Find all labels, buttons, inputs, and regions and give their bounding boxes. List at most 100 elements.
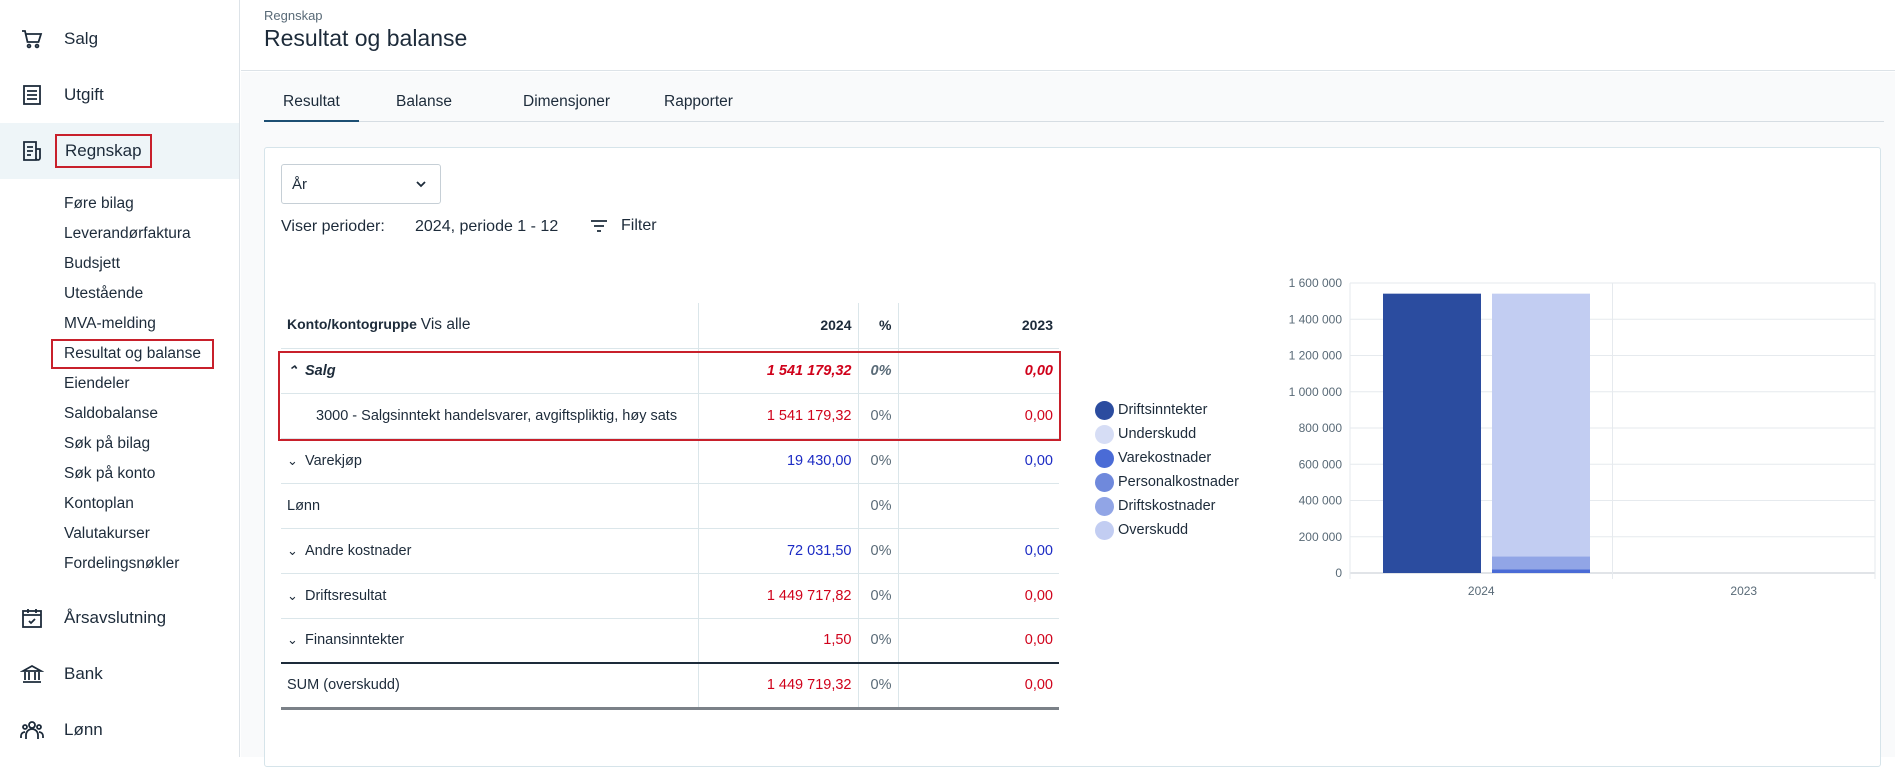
header-2024: 2024	[698, 303, 859, 349]
row-2024: 1 541 179,32	[698, 348, 859, 394]
sub-item-fordelingsnokler[interactable]: Fordelingsnøkler	[64, 552, 179, 576]
table-row[interactable]: ⌄ Driftsresultat 1 449 717,82 0% 0,00	[281, 573, 1059, 619]
row-name: Lønn	[281, 483, 699, 529]
row-name: ⌃ Salg	[281, 348, 699, 394]
row-2024: 1 449 719,32	[698, 662, 859, 710]
page-header: Regnskap Resultat og balanse	[241, 0, 1895, 71]
y-tick-label: 1 200 000	[1289, 349, 1343, 363]
x-tick-label: 2024	[1468, 584, 1495, 598]
bank-icon	[20, 664, 44, 683]
legend-swatch	[1095, 400, 1114, 420]
nav-label: Bank	[64, 664, 103, 683]
chevron-down-icon	[416, 181, 426, 188]
sub-item-sok-pa-bilag[interactable]: Søk på bilag	[64, 432, 150, 456]
table-row[interactable]: ⌄ Andre kostnader 72 031,50 0% 0,00	[281, 528, 1059, 574]
chevron-down-icon[interactable]: ⌄	[287, 453, 305, 469]
nav-label: Regnskap	[55, 134, 152, 168]
row-name: 3000 - Salgsinntekt handelsvarer, avgift…	[281, 393, 699, 439]
tab-dimensjoner[interactable]: Dimensjoner	[504, 88, 629, 122]
row-name: ⌄ Varekjøp	[281, 438, 699, 484]
row-2023: 0,00	[898, 662, 1059, 710]
nav-item-utgift[interactable]: Utgift	[0, 67, 239, 123]
row-2023: 0,00	[898, 438, 1059, 484]
show-all-link[interactable]: Vis alle	[421, 316, 471, 333]
main-content: Resultat Balanse Dimensjoner Rapporter Å…	[241, 72, 1895, 767]
chevron-down-icon[interactable]: ⌄	[287, 543, 305, 559]
result-table: Konto/kontogruppe Vis alle 2024 % 2023 ⌃…	[281, 303, 1059, 710]
row-name: ⌄ Driftsresultat	[281, 573, 699, 619]
header-pct: %	[858, 303, 899, 349]
table-row[interactable]: ⌄ Finansinntekter 1,50 0% 0,00	[281, 618, 1059, 664]
row-2024: 19 430,00	[698, 438, 859, 484]
legend-swatch	[1095, 496, 1114, 516]
nav-item-bank[interactable]: Bank	[0, 646, 239, 702]
nav-item-arsavslutning[interactable]: Årsavslutning	[0, 590, 239, 646]
row-pct: 0%	[858, 483, 899, 529]
row-pct: 0%	[858, 393, 899, 439]
y-tick-label: 1 000 000	[1289, 385, 1343, 399]
report-card: År Viser perioder: 2024, periode 1 - 12 …	[264, 147, 1881, 767]
sub-item-valutakurser[interactable]: Valutakurser	[64, 522, 150, 546]
sub-item-sok-pa-konto[interactable]: Søk på konto	[64, 462, 155, 486]
chevron-down-icon[interactable]: ⌄	[287, 632, 305, 648]
sub-item-kontoplan[interactable]: Kontoplan	[64, 492, 134, 516]
row-name: SUM (overskudd)	[281, 662, 699, 710]
row-2024: 1 541 179,32	[698, 393, 859, 439]
breadcrumb[interactable]: Regnskap	[264, 8, 323, 23]
bar-segment-varekostnader	[1492, 569, 1590, 573]
ledger-icon	[23, 141, 41, 161]
legend-swatch	[1095, 472, 1114, 492]
people-icon	[20, 721, 44, 739]
table-row[interactable]: ⌄ Varekjøp 19 430,00 0% 0,00	[281, 438, 1059, 484]
nav-item-regnskap[interactable]: Regnskap	[0, 123, 239, 179]
y-tick-label: 1 400 000	[1289, 312, 1343, 326]
row-2023: 0,00	[898, 348, 1059, 394]
period-select[interactable]: År	[281, 164, 441, 204]
table-row[interactable]: ⌃ Salg 1 541 179,32 0% 0,00	[281, 348, 1059, 394]
nav-item-salg[interactable]: Salg	[0, 11, 239, 67]
y-tick-label: 0	[1335, 566, 1342, 580]
sub-item-resultat-og-balanse[interactable]: Resultat og balanse	[51, 339, 215, 369]
calendar-icon	[22, 609, 42, 628]
row-name: ⌄ Andre kostnader	[281, 528, 699, 574]
legend-item[interactable]: Overskudd	[1095, 518, 1239, 542]
legend-swatch	[1095, 424, 1114, 444]
y-tick-label: 1 600 000	[1289, 276, 1343, 290]
chevron-down-icon[interactable]: ⌄	[287, 588, 305, 604]
nav-label: Årsavslutning	[64, 608, 167, 627]
bar-segment-overskudd	[1492, 293, 1590, 557]
legend-item[interactable]: Personalkostnader	[1095, 470, 1239, 494]
sub-item-eiendeler[interactable]: Eiendeler	[64, 372, 130, 396]
nav-label: Salg	[64, 29, 99, 48]
row-pct: 0%	[858, 618, 899, 664]
table-row[interactable]: Lønn 0%	[281, 483, 1059, 529]
sub-item-leverandorfaktura[interactable]: Leverandørfaktura	[64, 222, 191, 246]
bar-segment-driftskostnader	[1492, 556, 1590, 570]
sub-item-utestaende[interactable]: Utestående	[64, 282, 143, 306]
legend-item[interactable]: Varekostnader	[1095, 446, 1239, 470]
x-tick-label: 2023	[1730, 584, 1757, 598]
periods-value: 2024, periode 1 - 12	[415, 218, 559, 235]
sidebar: Salg Utgift Regnskap Føre bilag Leverand…	[0, 0, 240, 757]
row-pct: 0%	[858, 348, 899, 394]
tab-rapporter[interactable]: Rapporter	[645, 88, 752, 122]
legend-item[interactable]: Driftskostnader	[1095, 494, 1239, 518]
tab-balanse[interactable]: Balanse	[377, 88, 471, 122]
y-tick-label: 200 000	[1299, 530, 1343, 544]
tab-resultat[interactable]: Resultat	[264, 88, 359, 122]
nav-item-lonn[interactable]: Lønn	[0, 702, 239, 758]
row-pct: 0%	[858, 528, 899, 574]
sub-item-mva-melding[interactable]: MVA-melding	[64, 312, 156, 336]
chevron-up-icon[interactable]: ⌃	[287, 363, 305, 379]
sub-item-budsjett[interactable]: Budsjett	[64, 252, 120, 276]
filter-button[interactable]: Filter	[589, 216, 657, 236]
legend-item[interactable]: Underskudd	[1095, 422, 1239, 446]
legend-swatch	[1095, 520, 1114, 540]
sub-item-saldobalanse[interactable]: Saldobalanse	[64, 402, 158, 426]
table-header-row: Konto/kontogruppe Vis alle 2024 % 2023	[281, 303, 1059, 349]
table-row[interactable]: 3000 - Salgsinntekt handelsvarer, avgift…	[281, 393, 1059, 439]
y-tick-label: 400 000	[1299, 494, 1343, 508]
legend-item[interactable]: Driftsinntekter	[1095, 398, 1239, 422]
row-2024: 72 031,50	[698, 528, 859, 574]
sub-item-fore-bilag[interactable]: Føre bilag	[64, 192, 134, 216]
